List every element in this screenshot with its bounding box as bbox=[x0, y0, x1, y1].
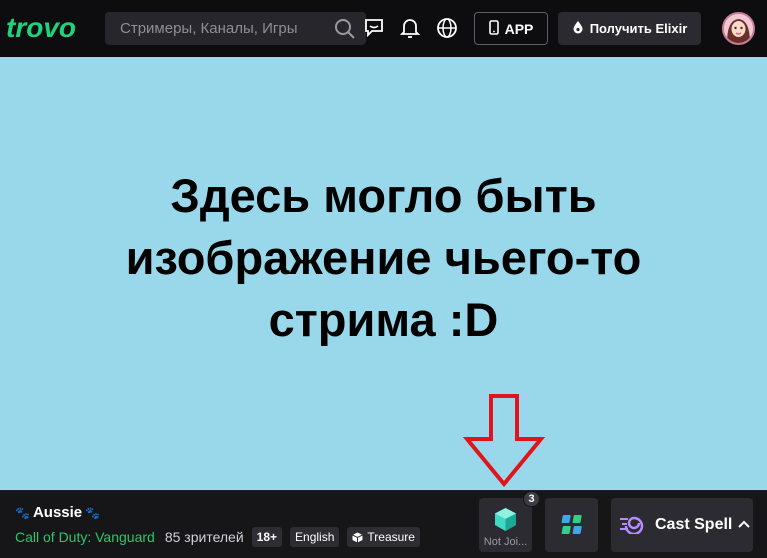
cast-spell-label: Cast Spell bbox=[655, 516, 733, 533]
down-arrow-icon bbox=[463, 394, 545, 488]
headline-line-3: стрима :D bbox=[268, 293, 499, 346]
join-button-label: Not Joi... bbox=[483, 536, 528, 548]
search-input[interactable] bbox=[120, 20, 320, 37]
trovo-logo[interactable]: trovo bbox=[6, 13, 88, 43]
treasure-tag[interactable]: Treasure bbox=[347, 527, 420, 547]
join-count-badge: 3 bbox=[523, 491, 540, 507]
search-box[interactable] bbox=[105, 12, 366, 45]
treasure-tag-label: Treasure bbox=[367, 530, 415, 544]
bell-icon[interactable] bbox=[399, 17, 421, 44]
elixir-drop-icon bbox=[572, 20, 584, 37]
spell-swirl-icon bbox=[619, 512, 649, 539]
globe-icon[interactable] bbox=[436, 17, 458, 44]
paw-icon: 🐾 bbox=[15, 505, 30, 520]
get-elixir-button[interactable]: Получить Elixir bbox=[558, 12, 701, 45]
viewer-count: 85 зрителей bbox=[164, 529, 244, 545]
paw-icon: 🐾 bbox=[85, 505, 101, 520]
streamer-name-row[interactable]: 🐾 Aussie 🐾 bbox=[15, 504, 100, 521]
streamer-name[interactable]: Aussie bbox=[33, 504, 82, 521]
cast-spell-button[interactable]: Cast Spell bbox=[611, 498, 753, 552]
logo-text: trovo bbox=[6, 13, 76, 43]
get-app-button[interactable]: APP bbox=[474, 12, 548, 45]
chat-icon[interactable] bbox=[364, 17, 384, 42]
apps-button[interactable] bbox=[545, 498, 598, 552]
headline-line-2: изображение чьего-то bbox=[125, 231, 642, 284]
search-icon[interactable] bbox=[334, 18, 356, 45]
age-rating-tag[interactable]: 18+ bbox=[251, 527, 283, 547]
stream-info-bar: 🐾 Aussie 🐾 Call of Duty: Vanguard 85 зри… bbox=[0, 490, 767, 558]
app-button-label: APP bbox=[504, 20, 534, 37]
language-tag[interactable]: English bbox=[290, 527, 340, 547]
top-navigation-bar: trovo APP Получить Elixir bbox=[0, 0, 767, 57]
elixir-button-label: Получить Elixir bbox=[589, 21, 688, 36]
join-button[interactable]: Not Joi... bbox=[479, 498, 532, 552]
placeholder-headline: Здесь могло быть изображение чьего-то ст… bbox=[0, 165, 767, 351]
phone-icon bbox=[488, 19, 499, 38]
avatar[interactable] bbox=[722, 12, 755, 45]
apps-icon bbox=[561, 515, 582, 534]
cube-icon bbox=[495, 508, 516, 531]
stream-meta-row: Call of Duty: Vanguard 85 зрителей 18+ E… bbox=[15, 527, 420, 547]
stream-preview-area[interactable]: Здесь могло быть изображение чьего-то ст… bbox=[0, 57, 767, 490]
trovo-logo-mark: trovo bbox=[6, 13, 76, 43]
headline-line-1: Здесь могло быть bbox=[170, 169, 597, 222]
treasure-box-icon bbox=[352, 532, 364, 542]
game-link[interactable]: Call of Duty: Vanguard bbox=[15, 529, 155, 545]
chevron-up-icon bbox=[738, 516, 751, 534]
